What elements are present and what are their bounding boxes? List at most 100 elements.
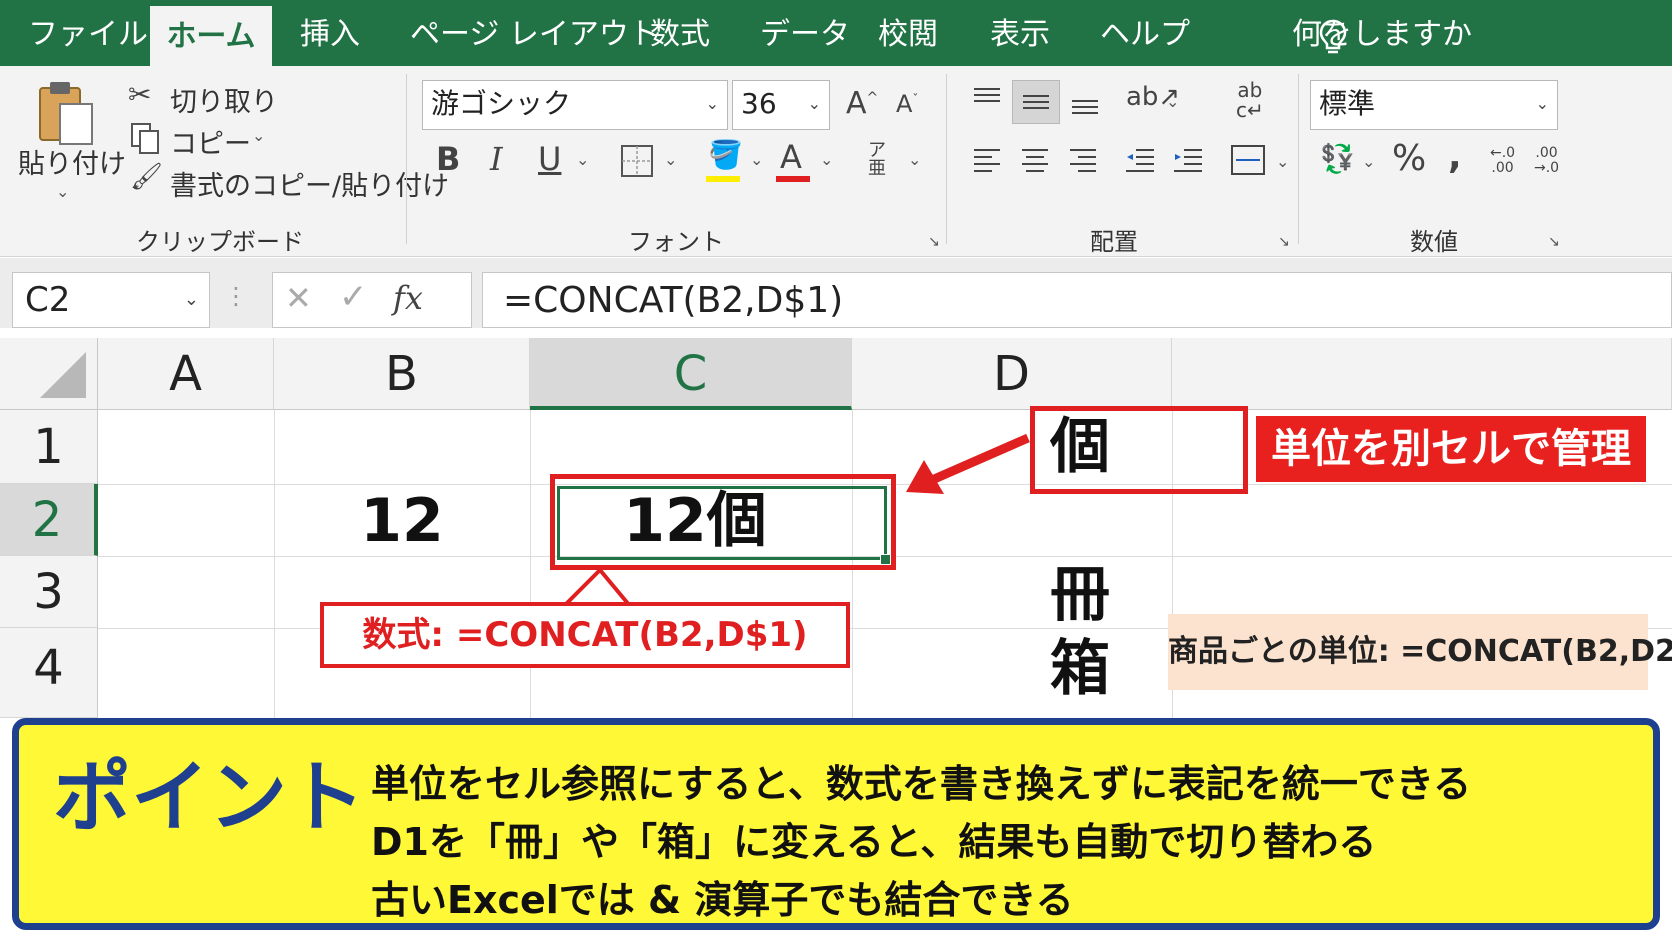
decrease-indent-icon[interactable] [1124,146,1156,176]
align-left-icon[interactable] [972,146,1002,176]
paste-dropdown-chevron-icon[interactable]: ⌄ [56,182,69,201]
font-name-value: 游ゴシック [431,87,572,120]
per-product-unit-note: 商品ごとの単位: =CONCAT(B2,D2) [1168,614,1672,690]
tab-formulas[interactable]: 数式 [650,0,710,66]
copy-icon[interactable] [130,122,162,156]
tab-help[interactable]: ヘルプ [1100,0,1190,66]
phonetic-guide-icon[interactable]: ア亜 [868,142,886,178]
cell-d3[interactable]: 冊 [1030,562,1130,628]
group-divider [406,74,407,244]
align-right-icon[interactable] [1068,146,1098,176]
column-header-b[interactable]: B [274,338,530,410]
paste-icon[interactable] [34,76,98,148]
cut-button[interactable]: 切り取り [170,80,278,119]
alignment-group-label: 配置 [1090,228,1138,256]
fill-color-chevron-icon[interactable]: ⌄ [750,150,763,169]
align-middle-icon [1023,95,1049,109]
column-header-e[interactable] [1172,338,1672,410]
row-header-3[interactable]: 3 [0,556,98,628]
formula-buttons: ✕ ✓ fx [272,272,472,328]
column-header-c[interactable]: C [530,338,852,410]
increase-indent-icon[interactable] [1172,146,1204,176]
fill-color-swatch [706,176,740,182]
format-painter-button[interactable]: 書式のコピー/貼り付け [170,164,449,203]
accounting-format-icon[interactable]: 💱 [1320,142,1355,175]
column-header-a[interactable]: A [98,338,274,410]
font-dialog-launcher-icon[interactable]: ↘ [928,234,940,250]
insert-function-icon[interactable]: fx [393,279,423,317]
column-header-d[interactable]: D [852,338,1172,410]
paste-button[interactable]: 貼り付け [18,142,126,181]
enter-check-icon[interactable]: ✓ [339,277,368,317]
row-header-2[interactable]: 2 [0,484,98,556]
accounting-chevron-icon[interactable]: ⌄ [1362,152,1375,171]
wrap-text-icon[interactable]: ab c↵ [1236,80,1264,120]
font-color-icon[interactable]: A [780,138,802,176]
cell-b2[interactable]: 12 [290,486,514,556]
tab-review[interactable]: 校閲 [878,0,938,66]
orientation-chevron-icon[interactable]: ⌄ [1166,92,1179,111]
copy-button[interactable]: コピー [170,122,251,161]
tell-me-search[interactable]: 何をしますか [1292,0,1472,66]
italic-icon[interactable]: I [490,140,503,178]
select-all-triangle-icon [40,352,86,398]
scissors-icon[interactable]: ✂ [128,78,151,111]
borders-chevron-icon[interactable]: ⌄ [664,150,677,169]
font-group-label: フォント [628,228,724,256]
align-top-icon[interactable] [972,86,1002,110]
borders-icon[interactable] [620,144,654,178]
merge-center-icon[interactable] [1230,144,1266,176]
point-title: ポイント [53,753,366,843]
underline-icon[interactable]: U [538,140,561,178]
font-color-chevron-icon[interactable]: ⌄ [820,150,833,169]
group-divider [946,74,947,244]
alignment-dialog-launcher-icon[interactable]: ↘ [1278,234,1290,250]
name-box[interactable]: C2 ⌄ [12,272,210,328]
tab-home[interactable]: ホーム [150,6,272,66]
number-format-select[interactable]: 標準 ⌄ [1310,80,1558,130]
percent-style-icon[interactable]: % [1392,138,1426,179]
select-all-corner[interactable] [0,338,98,410]
bold-icon[interactable]: B [436,140,460,178]
tab-view[interactable]: 表示 [990,0,1050,66]
merge-chevron-icon[interactable]: ⌄ [1276,152,1289,171]
arrow-d1-to-c2-icon [906,433,1030,494]
align-bottom-icon[interactable] [1070,92,1100,116]
align-middle-button[interactable] [1012,80,1060,124]
point-line-1: 単位をセル参照にすると、数式を書き換えずに表記を統一できる [371,762,1472,806]
fill-color-icon[interactable]: 🪣 [708,138,743,171]
gridline [274,410,275,720]
cancel-icon[interactable]: ✕ [285,279,312,317]
phonetic-chevron-icon[interactable]: ⌄ [908,150,921,169]
formula-input[interactable]: =CONCAT(B2,D$1) [482,272,1672,328]
ribbon-home: 貼り付け ⌄ ✂ 切り取り コピー ⌄ 🖌 書式のコピー/貼り付け クリップボー… [0,66,1672,257]
point-line-3: 古いExcelでは & 演算子でも結合できる [371,878,1074,922]
row-header-4[interactable]: 4 [0,628,98,718]
tab-file[interactable]: ファイル [28,0,148,66]
tab-insert[interactable]: 挿入 [300,0,360,66]
increase-decimal-icon[interactable]: ←.0.00 [1490,146,1515,176]
decrease-decimal-icon[interactable]: .00 →.0 [1534,146,1559,176]
font-name-select[interactable]: 游ゴシック ⌄ [422,80,728,130]
chevron-down-icon[interactable]: ⌄ [184,273,199,327]
vertical-dots-icon[interactable]: ⋮ [224,282,248,310]
font-size-value: 36 [741,87,777,120]
copy-dropdown-chevron-icon[interactable]: ⌄ [252,126,265,145]
number-format-value: 標準 [1319,87,1376,120]
decrease-font-size-icon[interactable]: Aˇ [896,90,918,118]
font-size-select[interactable]: 36 ⌄ [732,80,830,130]
align-center-icon[interactable] [1020,146,1050,176]
number-dialog-launcher-icon[interactable]: ↘ [1548,234,1560,250]
increase-font-size-icon[interactable]: A^ [846,86,878,121]
tab-data[interactable]: データ [760,0,850,66]
row-header-1[interactable]: 1 [0,410,98,484]
tab-page-layout[interactable]: ページ レイアウト [410,0,659,66]
gridline [530,410,531,720]
underline-chevron-icon[interactable]: ⌄ [576,150,589,169]
format-painter-icon[interactable]: 🖌 [130,162,163,192]
highlight-c2-frame [550,474,896,570]
comma-style-icon[interactable]: , [1448,136,1462,177]
highlight-d1-frame [1030,406,1248,494]
ribbon-tab-bar: ファイル ホーム 挿入 ページ レイアウト 数式 データ 校閲 表示 ヘルプ 何… [0,0,1672,66]
cell-d4[interactable]: 箱 [1030,634,1130,704]
